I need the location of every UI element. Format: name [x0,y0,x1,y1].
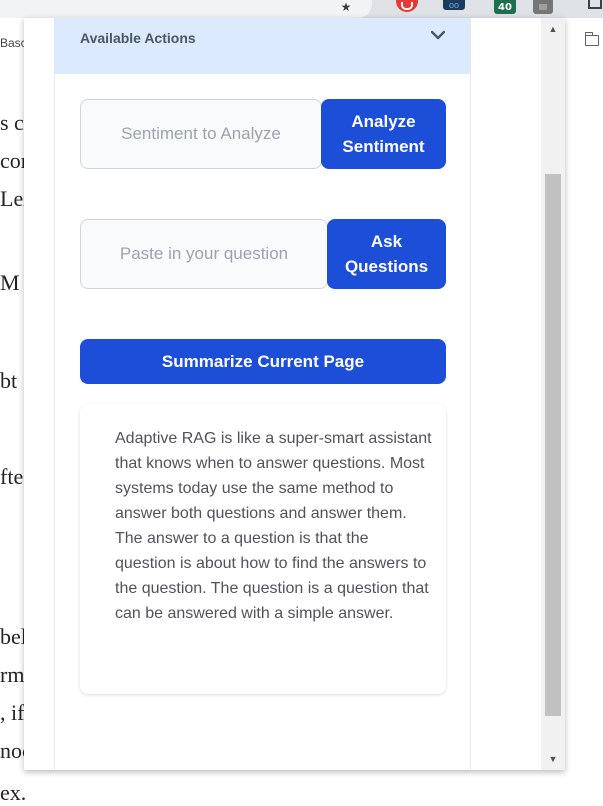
scroll-up-arrow-icon[interactable]: ▲ [541,20,565,38]
analyze-sentiment-button[interactable]: Analyze Sentiment [321,99,446,169]
accordion-title: Available Actions [80,30,196,46]
actions-panel: Available Actions Analyze Sentiment Ask … [54,18,471,770]
summarize-page-button[interactable]: Summarize Current Page [80,339,446,384]
background-text: rm [0,662,24,687]
background-text: , if [0,700,24,725]
background-page: Basc s c cor Lex M u bt fte bel rm , if … [0,18,26,806]
summary-text: Adaptive RAG is like a super-smart assis… [115,430,432,622]
background-text: noc [0,738,24,763]
background-page-right [566,18,603,806]
address-bar[interactable] [0,0,372,18]
background-text: bt [0,368,18,393]
bookmark-star-icon[interactable]: ★ [338,0,354,14]
scroll-thumb[interactable] [545,174,561,716]
browser-toolbar: ★ oo 40 [0,0,603,18]
summary-card: Adaptive RAG is like a super-smart assis… [80,404,446,694]
background-text: Basc [0,36,24,50]
background-text: ex. [0,780,27,805]
window-icon[interactable] [588,0,602,9]
glasses-extension-icon[interactable]: oo [443,0,465,10]
question-input[interactable] [81,243,327,265]
sentiment-input[interactable] [81,123,321,145]
extension-popup: Available Actions Analyze Sentiment Ask … [24,18,565,770]
extension-badge-count[interactable]: 40 [494,0,516,14]
scroll-down-arrow-icon[interactable]: ▼ [541,750,565,768]
background-text: cor [0,148,24,173]
accordion-header[interactable]: Available Actions [55,18,470,74]
extension-icon[interactable] [533,0,553,14]
opera-extension-icon[interactable] [396,0,418,12]
background-text: s c [0,110,24,135]
background-text: fte [0,464,24,489]
background-text: M u [0,270,24,295]
background-text: bel [0,624,24,649]
scrollbar[interactable]: ▲ ▼ [541,18,565,770]
background-text: Lex [0,186,24,211]
folder-icon[interactable] [584,32,599,46]
chevron-down-icon[interactable] [431,28,445,42]
question-input-wrapper [80,219,328,289]
sentiment-input-wrapper [80,99,322,169]
ask-questions-button[interactable]: Ask Questions [327,219,446,289]
